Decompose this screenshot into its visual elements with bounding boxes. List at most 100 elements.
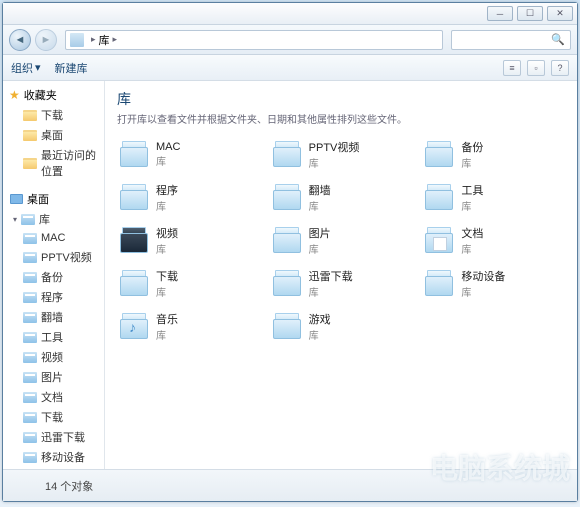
organize-label: 组织 [11,60,33,76]
sidebar-item[interactable]: 视频 [3,347,104,367]
sidebar-item-label: 备份 [41,269,63,285]
library-icon [425,141,455,169]
explorer-window: ─ ☐ ✕ ◄ ► ▸ 库 ▸ 🔍 组织 ▾ 新建库 ≡ ▫ ? [2,2,578,502]
breadcrumb[interactable]: ▸ 库 ▸ [65,30,443,50]
chevron-right-icon: ▸ [113,34,118,45]
library-item[interactable]: 备份库 [422,136,565,173]
forward-button[interactable]: ► [35,29,57,51]
library-item[interactable]: 文档库 [422,222,565,259]
sidebar-item-label: 翻墙 [41,309,63,325]
desktop-icon [9,192,23,206]
sidebar-item[interactable]: 文档 [3,387,104,407]
library-item[interactable]: 迅雷下载库 [270,265,413,302]
sidebar-item[interactable]: 工具 [3,327,104,347]
page-subtitle: 打开库以查看文件并根据文件夹、日期和其他属性排列这些文件。 [117,111,565,126]
breadcrumb-item[interactable]: 库 [99,32,110,48]
library-name: 移动设备 [461,268,505,284]
sidebar-item-label: 视频 [41,349,63,365]
library-name: PPTV视频 [309,139,360,155]
sidebar-item[interactable]: PPTV视频 [3,247,104,267]
sidebar-item[interactable]: 图片 [3,367,104,387]
sidebar-item-label: 迅雷下载 [41,429,85,445]
navigation-bar: ◄ ► ▸ 库 ▸ 🔍 [3,25,577,55]
library-type: 库 [309,155,360,170]
library-icon [273,270,303,298]
folder-icon [23,128,37,142]
libraries-label: 库 [39,211,50,227]
page-title: 库 [117,89,565,109]
library-type: 库 [461,198,483,213]
sidebar-item[interactable]: 备份 [3,267,104,287]
library-icon [23,290,37,304]
library-item[interactable]: 移动设备库 [422,265,565,302]
library-type: 库 [461,241,483,256]
sidebar-item[interactable]: 下载 [3,407,104,427]
library-item[interactable]: PPTV视频库 [270,136,413,173]
library-name: 迅雷下载 [309,268,353,284]
sidebar-item-label: 最近访问的位置 [41,147,98,179]
search-input[interactable] [456,34,551,46]
library-icon [23,410,37,424]
sidebar-item-label: 文档 [41,389,63,405]
library-type: 库 [309,198,331,213]
library-icon [120,270,150,298]
library-icon [23,450,37,464]
maximize-button[interactable]: ☐ [517,6,543,21]
library-type: 库 [156,153,180,168]
favorites-label: 收藏夹 [24,87,57,103]
library-item[interactable]: 程序库 [117,179,260,216]
library-type: 库 [309,284,353,299]
sidebar-item-label: 图片 [41,369,63,385]
favorites-header[interactable]: ★ 收藏夹 [3,85,104,105]
search-icon: 🔍 [551,33,565,46]
star-icon: ★ [9,88,20,102]
titlebar: ─ ☐ ✕ [3,3,577,25]
preview-pane-button[interactable]: ▫ [527,60,545,76]
sidebar-item[interactable]: 下载 [3,105,104,125]
library-name: 图片 [309,225,331,241]
library-icon [425,184,455,212]
library-name: 程序 [156,182,178,198]
library-icon [23,430,37,444]
sidebar-item[interactable]: MAC [3,229,104,247]
view-options-button[interactable]: ≡ [503,60,521,76]
library-item[interactable]: 音乐库 [117,308,260,345]
library-item[interactable]: 工具库 [422,179,565,216]
help-button[interactable]: ? [551,60,569,76]
new-library-button[interactable]: 新建库 [55,60,88,76]
library-item[interactable]: 图片库 [270,222,413,259]
sidebar-item-label: PPTV视频 [41,249,92,265]
library-type: 库 [156,198,178,213]
minimize-button[interactable]: ─ [487,6,513,21]
library-type: 库 [156,241,178,256]
library-item[interactable]: MAC库 [117,136,260,173]
sidebar-item[interactable]: 移动设备 [3,447,104,467]
folder-icon [23,108,37,122]
sidebar-item[interactable]: 翻墙 [3,307,104,327]
organize-menu[interactable]: 组织 ▾ [11,60,41,76]
sidebar-item[interactable]: 程序 [3,287,104,307]
desktop-header[interactable]: 桌面 [3,189,104,209]
back-button[interactable]: ◄ [9,29,31,51]
chevron-right-icon: ▸ [91,34,96,45]
body: ★ 收藏夹 下载桌面最近访问的位置 桌面 ▾ 库 MACPPTV视频备份程序翻墙… [3,81,577,469]
close-button[interactable]: ✕ [547,6,573,21]
sidebar-item[interactable]: 迅雷下载 [3,427,104,447]
search-box[interactable]: 🔍 [451,30,571,50]
library-item[interactable]: 视频库 [117,222,260,259]
sidebar: ★ 收藏夹 下载桌面最近访问的位置 桌面 ▾ 库 MACPPTV视频备份程序翻墙… [3,81,105,469]
library-icon [23,270,37,284]
library-name: 工具 [461,182,483,198]
library-name: 下载 [156,268,178,284]
library-item[interactable]: 游戏库 [270,308,413,345]
sidebar-item[interactable]: 最近访问的位置 [3,145,104,181]
library-item[interactable]: 翻墙库 [270,179,413,216]
library-item[interactable]: 下载库 [117,265,260,302]
library-icon [23,310,37,324]
library-name: 文档 [461,225,483,241]
sidebar-item-label: 工具 [41,329,63,345]
sidebar-item-libraries[interactable]: ▾ 库 [3,209,104,229]
library-type: 库 [309,241,331,256]
sidebar-item[interactable]: 桌面 [3,125,104,145]
library-name: MAC [156,141,180,153]
